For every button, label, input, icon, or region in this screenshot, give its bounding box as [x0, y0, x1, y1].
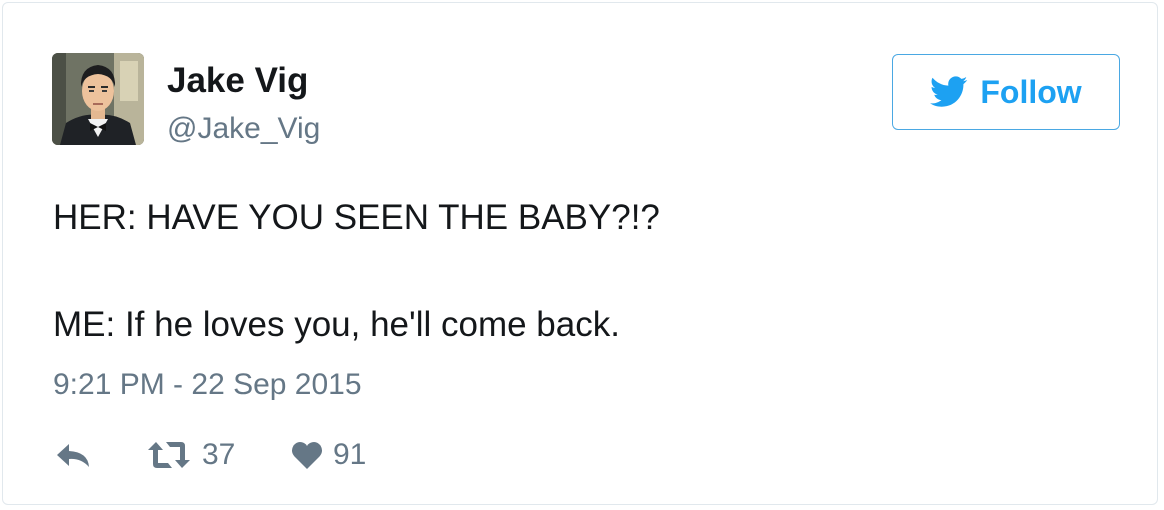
- avatar[interactable]: [52, 53, 144, 145]
- like-count: 91: [333, 438, 367, 471]
- twitter-bird-icon: [930, 76, 968, 108]
- tweet-text-line-2: ME: If he loves you, he'll come back.: [53, 305, 620, 344]
- user-handle[interactable]: @Jake_Vig: [167, 111, 320, 147]
- retweet-button[interactable]: 37: [146, 433, 235, 477]
- follow-button-label: Follow: [980, 74, 1082, 110]
- tweet-card: Jake Vig @Jake_Vig Follow HER: HAVE YOU …: [2, 2, 1158, 505]
- display-name[interactable]: Jake Vig: [167, 61, 308, 101]
- retweet-icon: [146, 440, 192, 470]
- heart-icon: [291, 440, 323, 470]
- reply-button[interactable]: [55, 433, 93, 477]
- tweet-text-line-1: HER: HAVE YOU SEEN THE BABY?!?: [53, 198, 660, 237]
- like-button[interactable]: 91: [291, 433, 366, 477]
- tweet-timestamp[interactable]: 9:21 PM - 22 Sep 2015: [53, 367, 362, 403]
- retweet-count: 37: [202, 438, 236, 471]
- reply-icon: [55, 440, 93, 470]
- follow-button[interactable]: Follow: [892, 54, 1120, 130]
